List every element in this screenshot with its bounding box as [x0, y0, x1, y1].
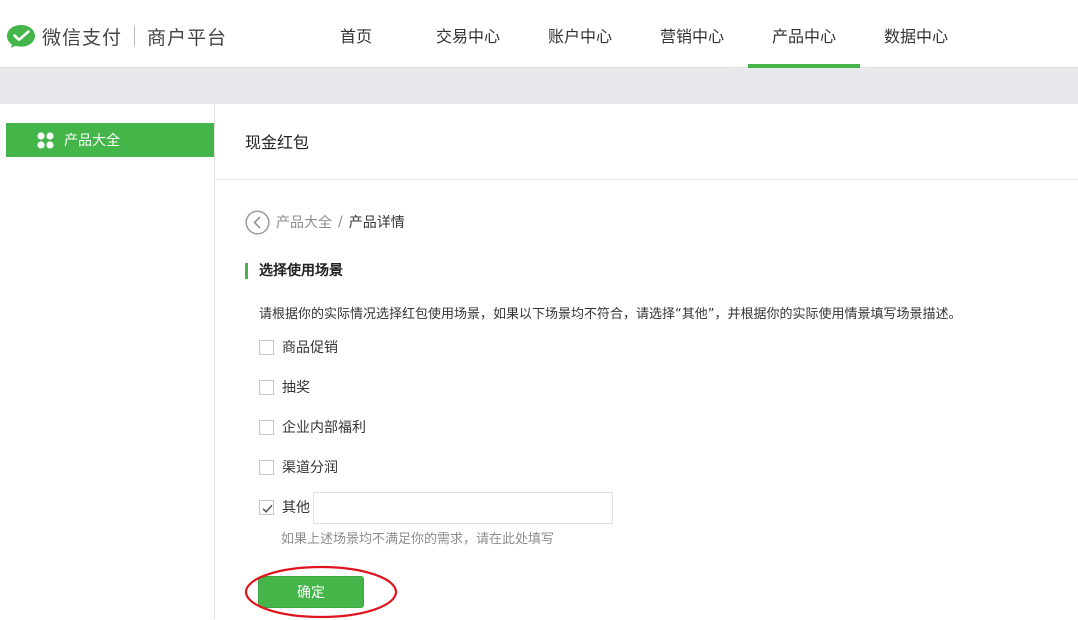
checkbox[interactable] — [259, 379, 274, 395]
option-label: 渠道分润 — [282, 460, 338, 476]
main-panel: 现金红包 产品大全 / 产品详情 选择使用场景 请根据你的实际情况选择红包使用场… — [215, 104, 1078, 619]
annotation-ellipse — [244, 565, 398, 619]
brand-logo[interactable]: 微信支付 商户平台 — [6, 22, 227, 50]
breadcrumb: 产品大全 / 产品详情 — [245, 209, 405, 235]
option-other[interactable]: 其他 — [259, 498, 310, 516]
sidebar-item-all-products[interactable]: 产品大全 — [6, 123, 214, 157]
breadcrumb-parent-link[interactable]: 产品大全 — [276, 212, 332, 232]
nav-item-marketing[interactable]: 营销中心 — [636, 0, 748, 68]
option-lottery[interactable]: 抽奖 — [259, 378, 310, 396]
wechat-pay-logo-icon — [7, 25, 35, 48]
option-label: 企业内部福利 — [282, 420, 366, 436]
product-grid-icon — [37, 131, 54, 149]
main-nav: 首页 交易中心 账户中心 营销中心 产品中心 数据中心 — [300, 0, 972, 68]
breadcrumb-separator: / — [338, 214, 343, 230]
option-employee-welfare[interactable]: 企业内部福利 — [259, 418, 366, 436]
brand-divider — [134, 26, 136, 46]
option-promotion[interactable]: 商品促销 — [259, 338, 338, 356]
checkbox[interactable] — [259, 459, 274, 475]
sidebar: 产品大全 — [6, 104, 215, 619]
header-spacer — [0, 68, 1078, 104]
checkbox[interactable] — [259, 339, 274, 355]
other-scenario-hint: 如果上述场景均不满足你的需求，请在此处填写 — [281, 532, 555, 547]
section-title: 选择使用场景 — [245, 263, 343, 279]
other-scenario-input[interactable] — [313, 492, 613, 524]
scenario-description: 请根据你的实际情况选择红包使用场景，如果以下场景均不符合，请选择“其他”，并根据… — [259, 307, 962, 322]
top-bar: 微信支付 商户平台 首页 交易中心 账户中心 营销中心 产品中心 数据中心 — [0, 0, 1078, 68]
checkbox[interactable] — [259, 419, 274, 435]
back-circle-icon[interactable] — [245, 209, 270, 235]
option-label: 商品促销 — [282, 340, 338, 356]
nav-item-transactions[interactable]: 交易中心 — [412, 0, 524, 68]
option-label: 其他 — [282, 500, 310, 516]
breadcrumb-current: 产品详情 — [348, 215, 405, 231]
option-channel-sharing[interactable]: 渠道分润 — [259, 458, 338, 476]
checkbox-checked[interactable] — [259, 499, 274, 515]
option-label: 抽奖 — [282, 380, 310, 396]
nav-item-account[interactable]: 账户中心 — [524, 0, 636, 68]
sidebar-item-label: 产品大全 — [64, 133, 120, 149]
check-icon — [262, 504, 273, 513]
nav-item-home[interactable]: 首页 — [300, 0, 412, 68]
brand-subtitle: 商户平台 — [147, 26, 228, 49]
nav-item-products[interactable]: 产品中心 — [748, 0, 860, 68]
nav-item-data[interactable]: 数据中心 — [860, 0, 972, 68]
page-title: 现金红包 — [215, 104, 1078, 180]
brand-name: 微信支付 — [42, 26, 123, 49]
